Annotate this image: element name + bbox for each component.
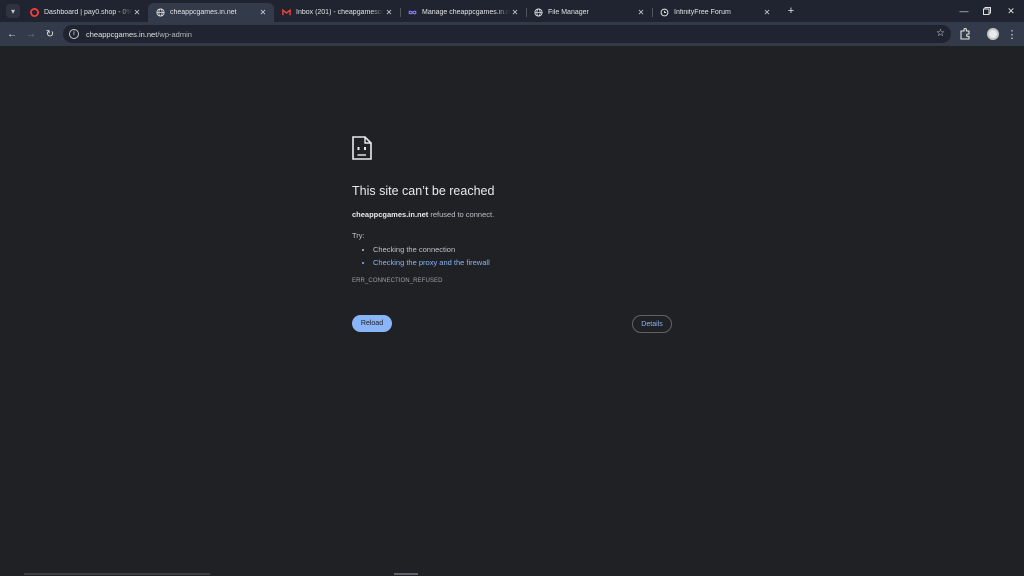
more-vertical-icon: ⋮ — [1006, 28, 1018, 41]
tab-infinityfree-forum[interactable]: InfinityFree Forum ✕ — [652, 3, 778, 22]
error-message-text: refused to connect. — [428, 210, 495, 219]
globe-icon — [156, 8, 165, 17]
infinityfree-icon — [660, 8, 669, 17]
minimize-icon: — — [959, 6, 969, 16]
error-title: This site can’t be reached — [352, 184, 495, 198]
close-icon: ✕ — [1007, 5, 1015, 16]
tab-title: Dashboard | pay0.shop - 0% Fi — [44, 9, 132, 16]
tab-dashboard[interactable]: Dashboard | pay0.shop - 0% Fi ✕ — [22, 3, 148, 22]
reload-icon: ↻ — [45, 28, 55, 40]
restore-icon — [983, 7, 991, 15]
tab-title: File Manager — [548, 9, 589, 16]
tab-search-button[interactable]: ▾ — [6, 4, 20, 18]
reload-toolbar-button[interactable]: ↻ — [43, 27, 57, 41]
tab-title: Inbox (201) - cheapgamescom — [296, 9, 384, 16]
menu-button[interactable]: ⋮ — [1006, 27, 1018, 41]
close-window-button[interactable]: ✕ — [1004, 4, 1018, 18]
try-label: Try: — [352, 231, 365, 240]
restore-button[interactable] — [980, 4, 994, 18]
arrow-left-icon: ← — [7, 28, 17, 40]
profile-avatar[interactable] — [987, 28, 999, 40]
horizontal-scrollbar[interactable] — [24, 573, 210, 575]
extensions-button[interactable] — [958, 27, 972, 41]
details-button[interactable]: Details — [632, 315, 672, 333]
globe-icon — [534, 8, 543, 17]
info-icon[interactable]: i — [69, 29, 79, 39]
scroll-indicator — [394, 573, 418, 575]
suggestion-check-connection: Checking the connection — [373, 243, 490, 256]
sad-document-icon — [352, 136, 372, 160]
error-message: cheappcgames.in.net refused to connect. — [352, 210, 494, 219]
reload-button[interactable]: Reload — [352, 315, 392, 332]
plus-icon: + — [787, 5, 795, 17]
tab-file-manager[interactable]: File Manager ✕ — [526, 3, 652, 22]
close-icon[interactable]: ✕ — [258, 8, 268, 18]
tab-title: InfinityFree Forum — [674, 9, 731, 16]
suggestion-check-proxy-link[interactable]: Checking the proxy and the firewall — [373, 256, 490, 269]
address-bar[interactable]: i cheappcgames.in.net/wp-admin ☆ — [63, 25, 951, 43]
error-host: cheappcgames.in.net — [352, 210, 429, 219]
tab-cheappcgames[interactable]: cheappcgames.in.net ✕ — [148, 3, 274, 22]
browser-toolbar: ← → ↻ i cheappcgames.in.net/wp-admin ☆ ⋮ — [0, 22, 1024, 46]
close-icon[interactable]: ✕ — [132, 8, 142, 18]
gmail-icon — [282, 8, 291, 17]
tab-strip: ▾ Dashboard | pay0.shop - 0% Fi ✕ cheapp… — [0, 0, 1024, 22]
url-host: cheappcgames.in.net — [86, 29, 158, 39]
tab-title: Manage cheappcgames.in.net — [422, 9, 510, 16]
close-icon[interactable]: ✕ — [510, 8, 520, 18]
minimize-button[interactable]: — — [957, 4, 971, 18]
error-code: ERR_CONNECTION_REFUSED — [352, 278, 443, 284]
close-icon[interactable]: ✕ — [636, 8, 646, 18]
forward-button[interactable]: → — [24, 27, 38, 41]
close-icon[interactable]: ✕ — [384, 8, 394, 18]
puzzle-icon — [960, 28, 970, 40]
error-page: This site can’t be reached cheappcgames.… — [0, 46, 1024, 576]
tab-manage[interactable]: Manage cheappcgames.in.net ✕ — [400, 3, 526, 22]
tab-list: Dashboard | pay0.shop - 0% Fi ✕ cheappcg… — [22, 3, 778, 22]
new-tab-button[interactable]: + — [784, 4, 798, 18]
chevron-down-icon: ▾ — [10, 6, 15, 16]
tab-title: cheappcgames.in.net — [170, 9, 237, 16]
url-path: /wp-admin — [157, 29, 192, 39]
suggestions-list: Checking the connection Checking the pro… — [373, 243, 490, 269]
url-text: cheappcgames.in.net/wp-admin — [86, 30, 192, 39]
close-icon[interactable]: ✕ — [762, 8, 772, 18]
arrow-right-icon: → — [26, 28, 36, 40]
opera-icon — [30, 8, 39, 17]
tab-inbox[interactable]: Inbox (201) - cheapgamescom ✕ — [274, 3, 400, 22]
bookmark-star-icon[interactable]: ☆ — [936, 28, 945, 39]
back-button[interactable]: ← — [5, 27, 19, 41]
infinity-icon — [408, 8, 417, 17]
